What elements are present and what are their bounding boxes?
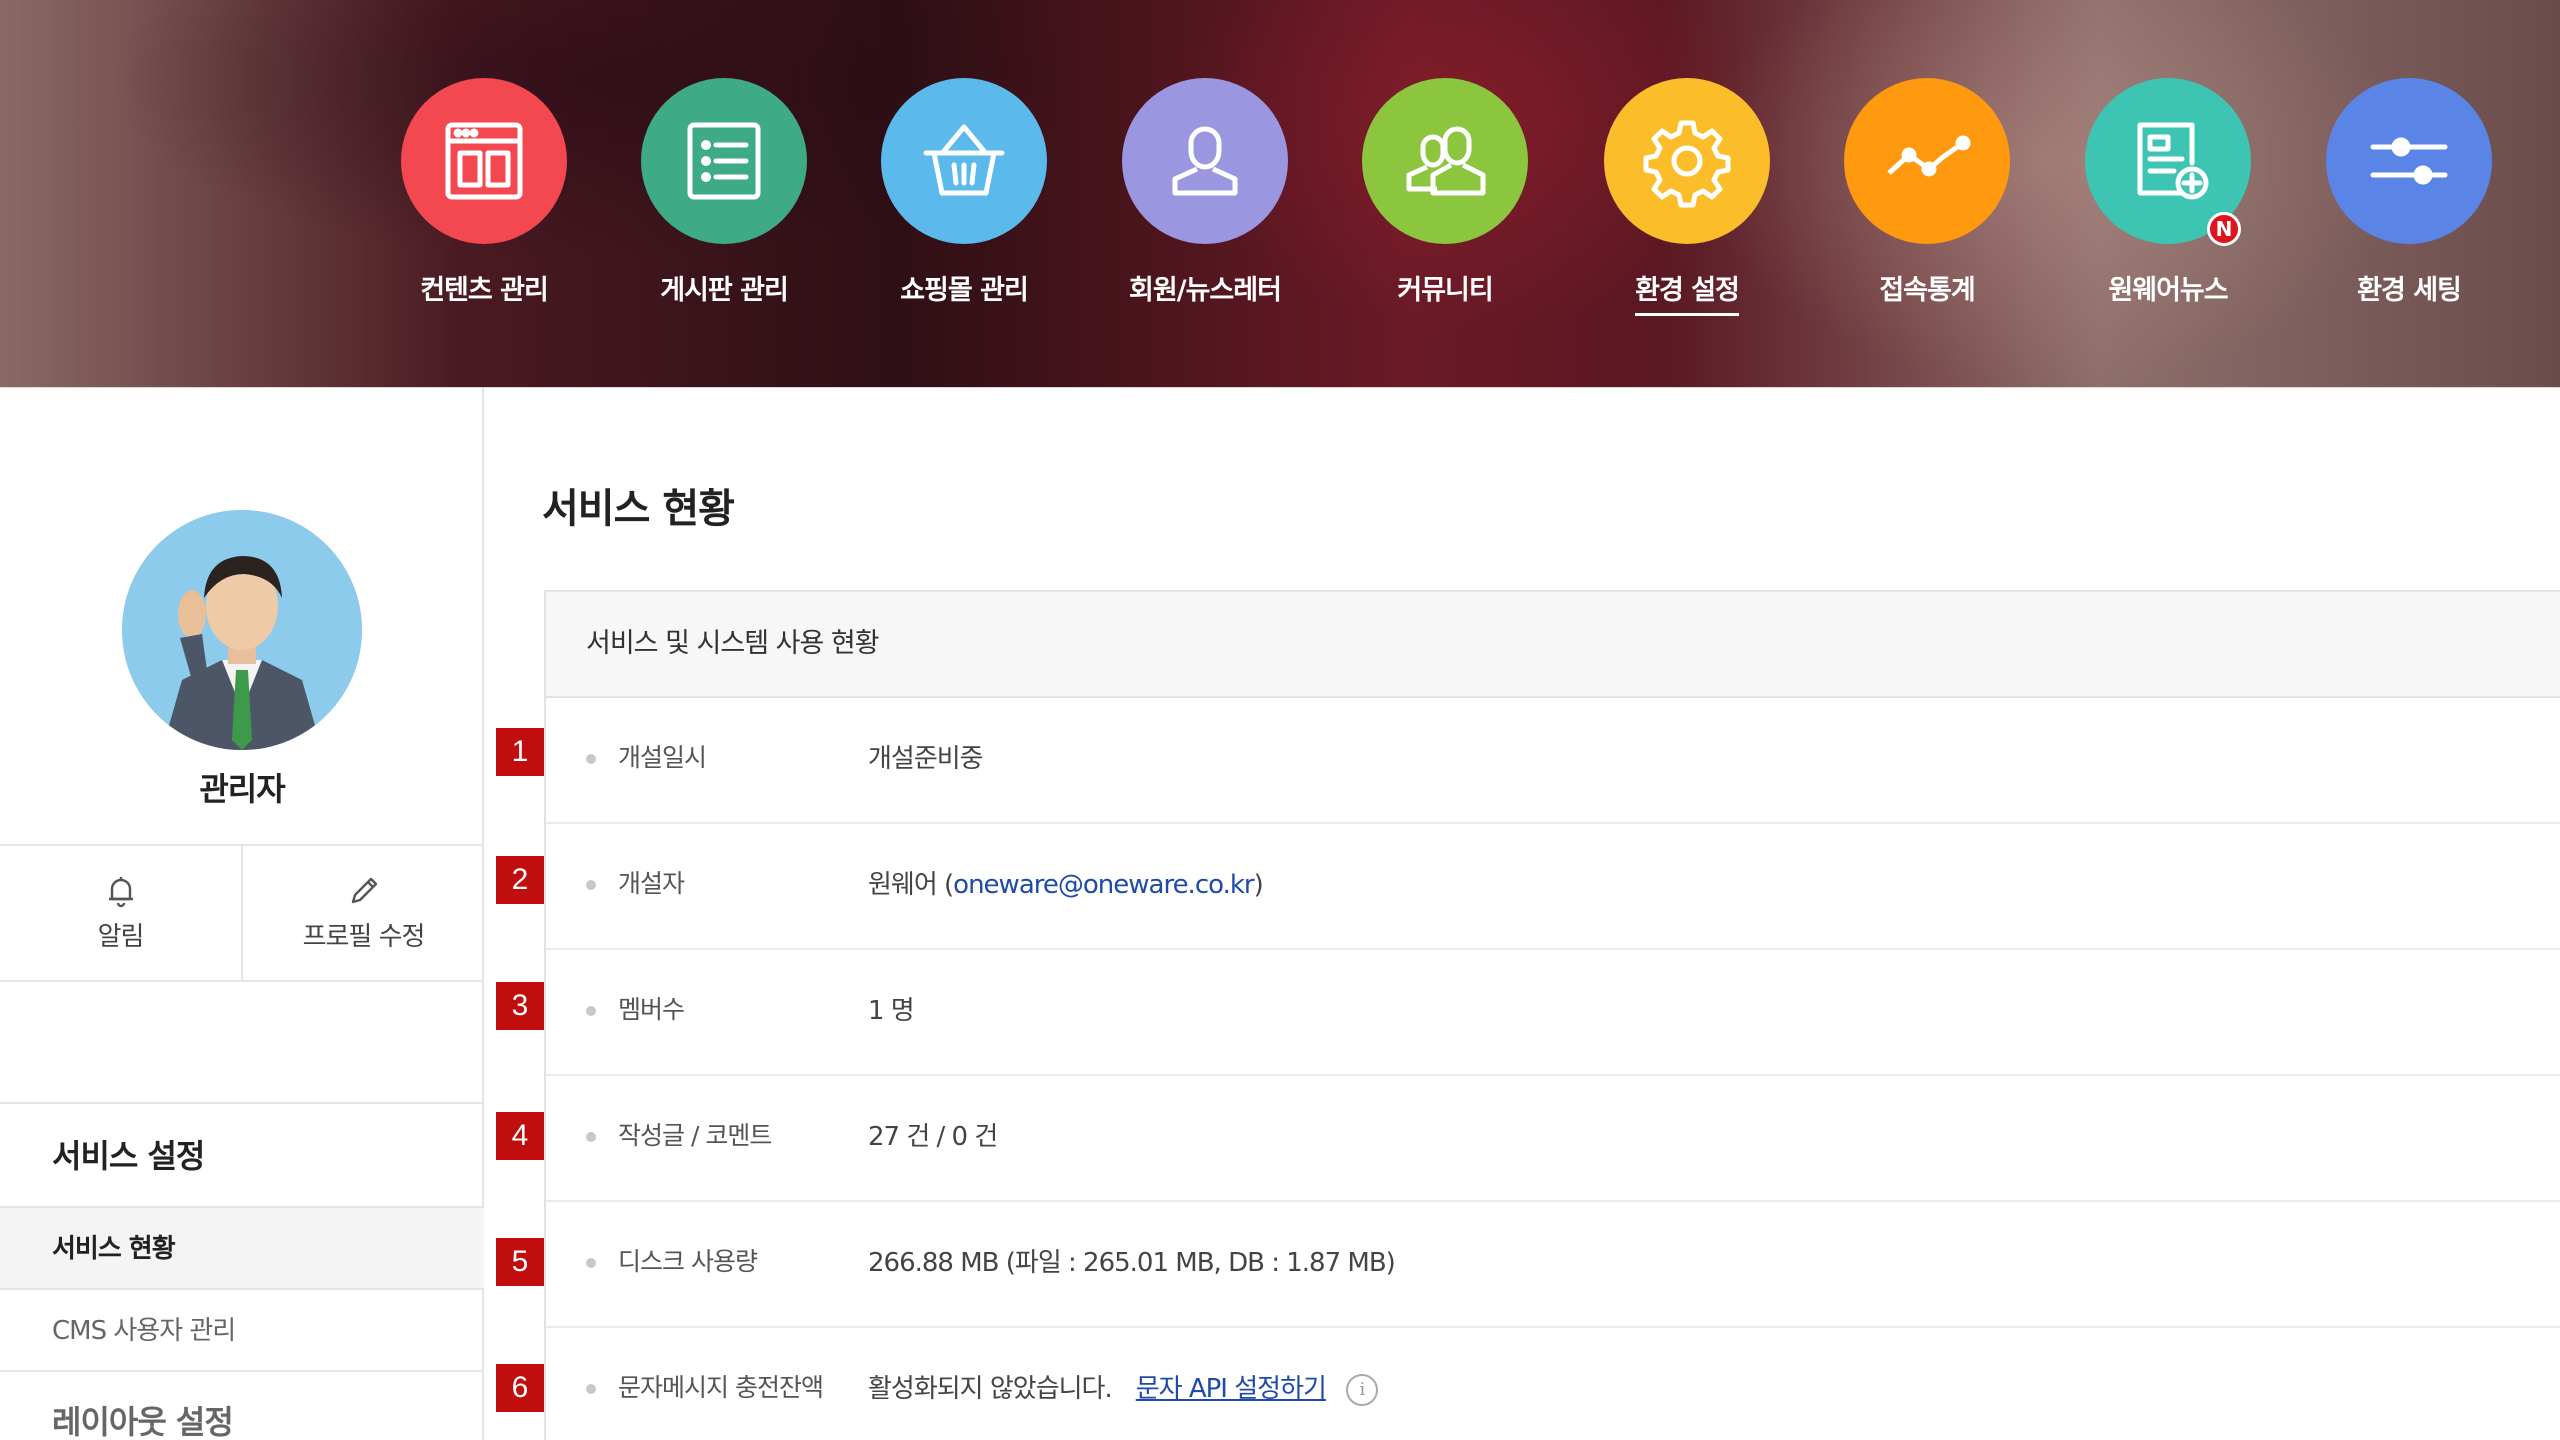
- nav-label: 환경 세팅: [2357, 275, 2462, 306]
- info-row-posts: 작성글 / 코멘트 27 건 / 0 건: [546, 1076, 2560, 1202]
- row-label: 개설자: [618, 869, 685, 898]
- nav-label: 컨텐츠 관리: [420, 275, 549, 306]
- nav-item-member[interactable]: 회원/뉴스레터: [1085, 78, 1325, 313]
- row-label: 문자메시지 충전잔액: [618, 1373, 824, 1402]
- stats-line-icon: [1844, 78, 2010, 244]
- nav-label: 게시판 관리: [660, 275, 789, 306]
- creator-name: 원웨어 (: [868, 870, 954, 900]
- notification-label: 알림: [97, 922, 145, 952]
- sliders-icon: [2326, 78, 2492, 244]
- row-value: 원웨어 (oneware@oneware.co.kr): [868, 864, 1264, 901]
- row-value: 266.88 MB (파일 : 265.01 MB, DB : 1.87 MB): [868, 1248, 1396, 1278]
- quick-actions: 알림 프로필 수정: [0, 844, 484, 982]
- member-user-icon: [1122, 78, 1288, 244]
- row-value: 27 건 / 0 건: [868, 1122, 998, 1152]
- page-title: 서비스 현황: [542, 486, 735, 532]
- avatar: [122, 510, 362, 750]
- info-icon[interactable]: i: [1345, 1373, 1378, 1406]
- creator-email: oneware@oneware.co.kr: [953, 870, 1254, 900]
- row-number-marker: 6: [496, 1364, 544, 1412]
- info-row-disk: 디스크 사용량 266.88 MB (파일 : 265.01 MB, DB : …: [546, 1202, 2560, 1328]
- info-row-creator: 개설자 원웨어 (oneware@oneware.co.kr): [546, 824, 2560, 950]
- shopping-basket-icon: [881, 78, 1047, 244]
- nav-item-stats[interactable]: 접속통계: [1807, 78, 2047, 313]
- row-label: 멤버수: [618, 995, 685, 1024]
- board-list-icon: [641, 78, 807, 244]
- nav-item-env-setting[interactable]: 환경 세팅: [2289, 78, 2529, 313]
- edit-profile-button[interactable]: 프로필 수정: [241, 846, 484, 980]
- bullet-dot: [586, 1258, 596, 1268]
- nav-label: 원웨어뉴스: [2108, 275, 2228, 306]
- new-badge: N: [2207, 212, 2241, 246]
- bullet-dot: [586, 1132, 596, 1142]
- row-number-marker: 3: [496, 982, 544, 1030]
- sidebar-item-service-status[interactable]: 서비스 현황: [0, 1208, 484, 1290]
- nav-item-community[interactable]: 커뮤니티: [1325, 78, 1565, 313]
- row-value: 개설준비중: [868, 744, 984, 774]
- pencil-icon: [351, 877, 377, 904]
- bullet-dot: [586, 754, 596, 764]
- row-label: 작성글 / 코멘트: [618, 1121, 772, 1150]
- top-banner: 컨텐츠 관리 게시판 관리 쇼핑몰 관리 회원/뉴스레터 커뮤니티 환경 설정 …: [0, 0, 2560, 388]
- sms-status: 활성화되지 않았습니다.: [868, 1374, 1113, 1404]
- info-row-members: 멤버수 1 명: [546, 950, 2560, 1076]
- notification-button[interactable]: 알림: [0, 846, 241, 980]
- nav-item-settings[interactable]: 환경 설정: [1567, 78, 1807, 316]
- status-panel: 서비스 및 시스템 사용 현황 개설일시 개설준비중 개설자 원웨어 (onew…: [544, 590, 2560, 1440]
- bullet-dot: [586, 880, 596, 890]
- row-label: 개설일시: [618, 743, 707, 772]
- row-value: 1 명: [868, 996, 915, 1026]
- nav-label: 접속통계: [1879, 275, 1975, 306]
- nav-item-content[interactable]: 컨텐츠 관리: [364, 78, 604, 313]
- nav-item-news[interactable]: N 원웨어뉴스: [2048, 78, 2288, 313]
- bullet-dot: [586, 1006, 596, 1016]
- gear-icon: [1604, 78, 1770, 244]
- nav-item-board[interactable]: 게시판 관리: [604, 78, 844, 313]
- news-document-icon: N: [2085, 78, 2251, 246]
- content-layout-icon: [401, 78, 567, 244]
- row-number-marker: 5: [496, 1238, 544, 1286]
- row-value: 활성화되지 않았습니다. 문자 API 설정하기 i: [868, 1368, 1378, 1406]
- nav-item-shopping[interactable]: 쇼핑몰 관리: [844, 78, 1084, 313]
- row-number-marker: 1: [496, 728, 544, 776]
- sidebar-item-cms-users[interactable]: CMS 사용자 관리: [0, 1290, 484, 1372]
- bell-icon: [108, 877, 133, 908]
- row-label: 디스크 사용량: [618, 1247, 758, 1276]
- nav-label: 회원/뉴스레터: [1129, 275, 1282, 306]
- service-settings-section: 서비스 설정 서비스 현황 CMS 사용자 관리 레이아웃 설정: [0, 1102, 484, 1440]
- panel-title: 서비스 및 시스템 사용 현황: [546, 592, 2560, 698]
- info-row-sms-balance: 문자메시지 충전잔액 활성화되지 않았습니다. 문자 API 설정하기 i: [546, 1328, 2560, 1440]
- nav-label: 환경 설정: [1635, 268, 1740, 316]
- bullet-dot: [586, 1384, 596, 1394]
- creator-suffix: ): [1253, 870, 1264, 900]
- row-number-marker: 2: [496, 856, 544, 904]
- nav-label: 쇼핑몰 관리: [900, 275, 1029, 306]
- sms-api-settings-link[interactable]: 문자 API 설정하기: [1136, 1374, 1327, 1404]
- section-title: 서비스 설정: [0, 1104, 484, 1208]
- profile-name: 관리자: [199, 770, 285, 808]
- row-number-marker: 4: [496, 1112, 544, 1160]
- nav-label: 커뮤니티: [1397, 275, 1493, 306]
- edit-profile-label: 프로필 수정: [302, 922, 426, 952]
- community-users-icon: [1362, 78, 1528, 244]
- sidebar: 관리자 알림 프로필 수정 서비스 설정 서비스 현황 CMS 사용자 관리 레…: [0, 388, 484, 1440]
- sidebar-item-layout-settings[interactable]: 레이아웃 설정: [0, 1372, 484, 1440]
- info-row-open-date: 개설일시 개설준비중: [546, 698, 2560, 824]
